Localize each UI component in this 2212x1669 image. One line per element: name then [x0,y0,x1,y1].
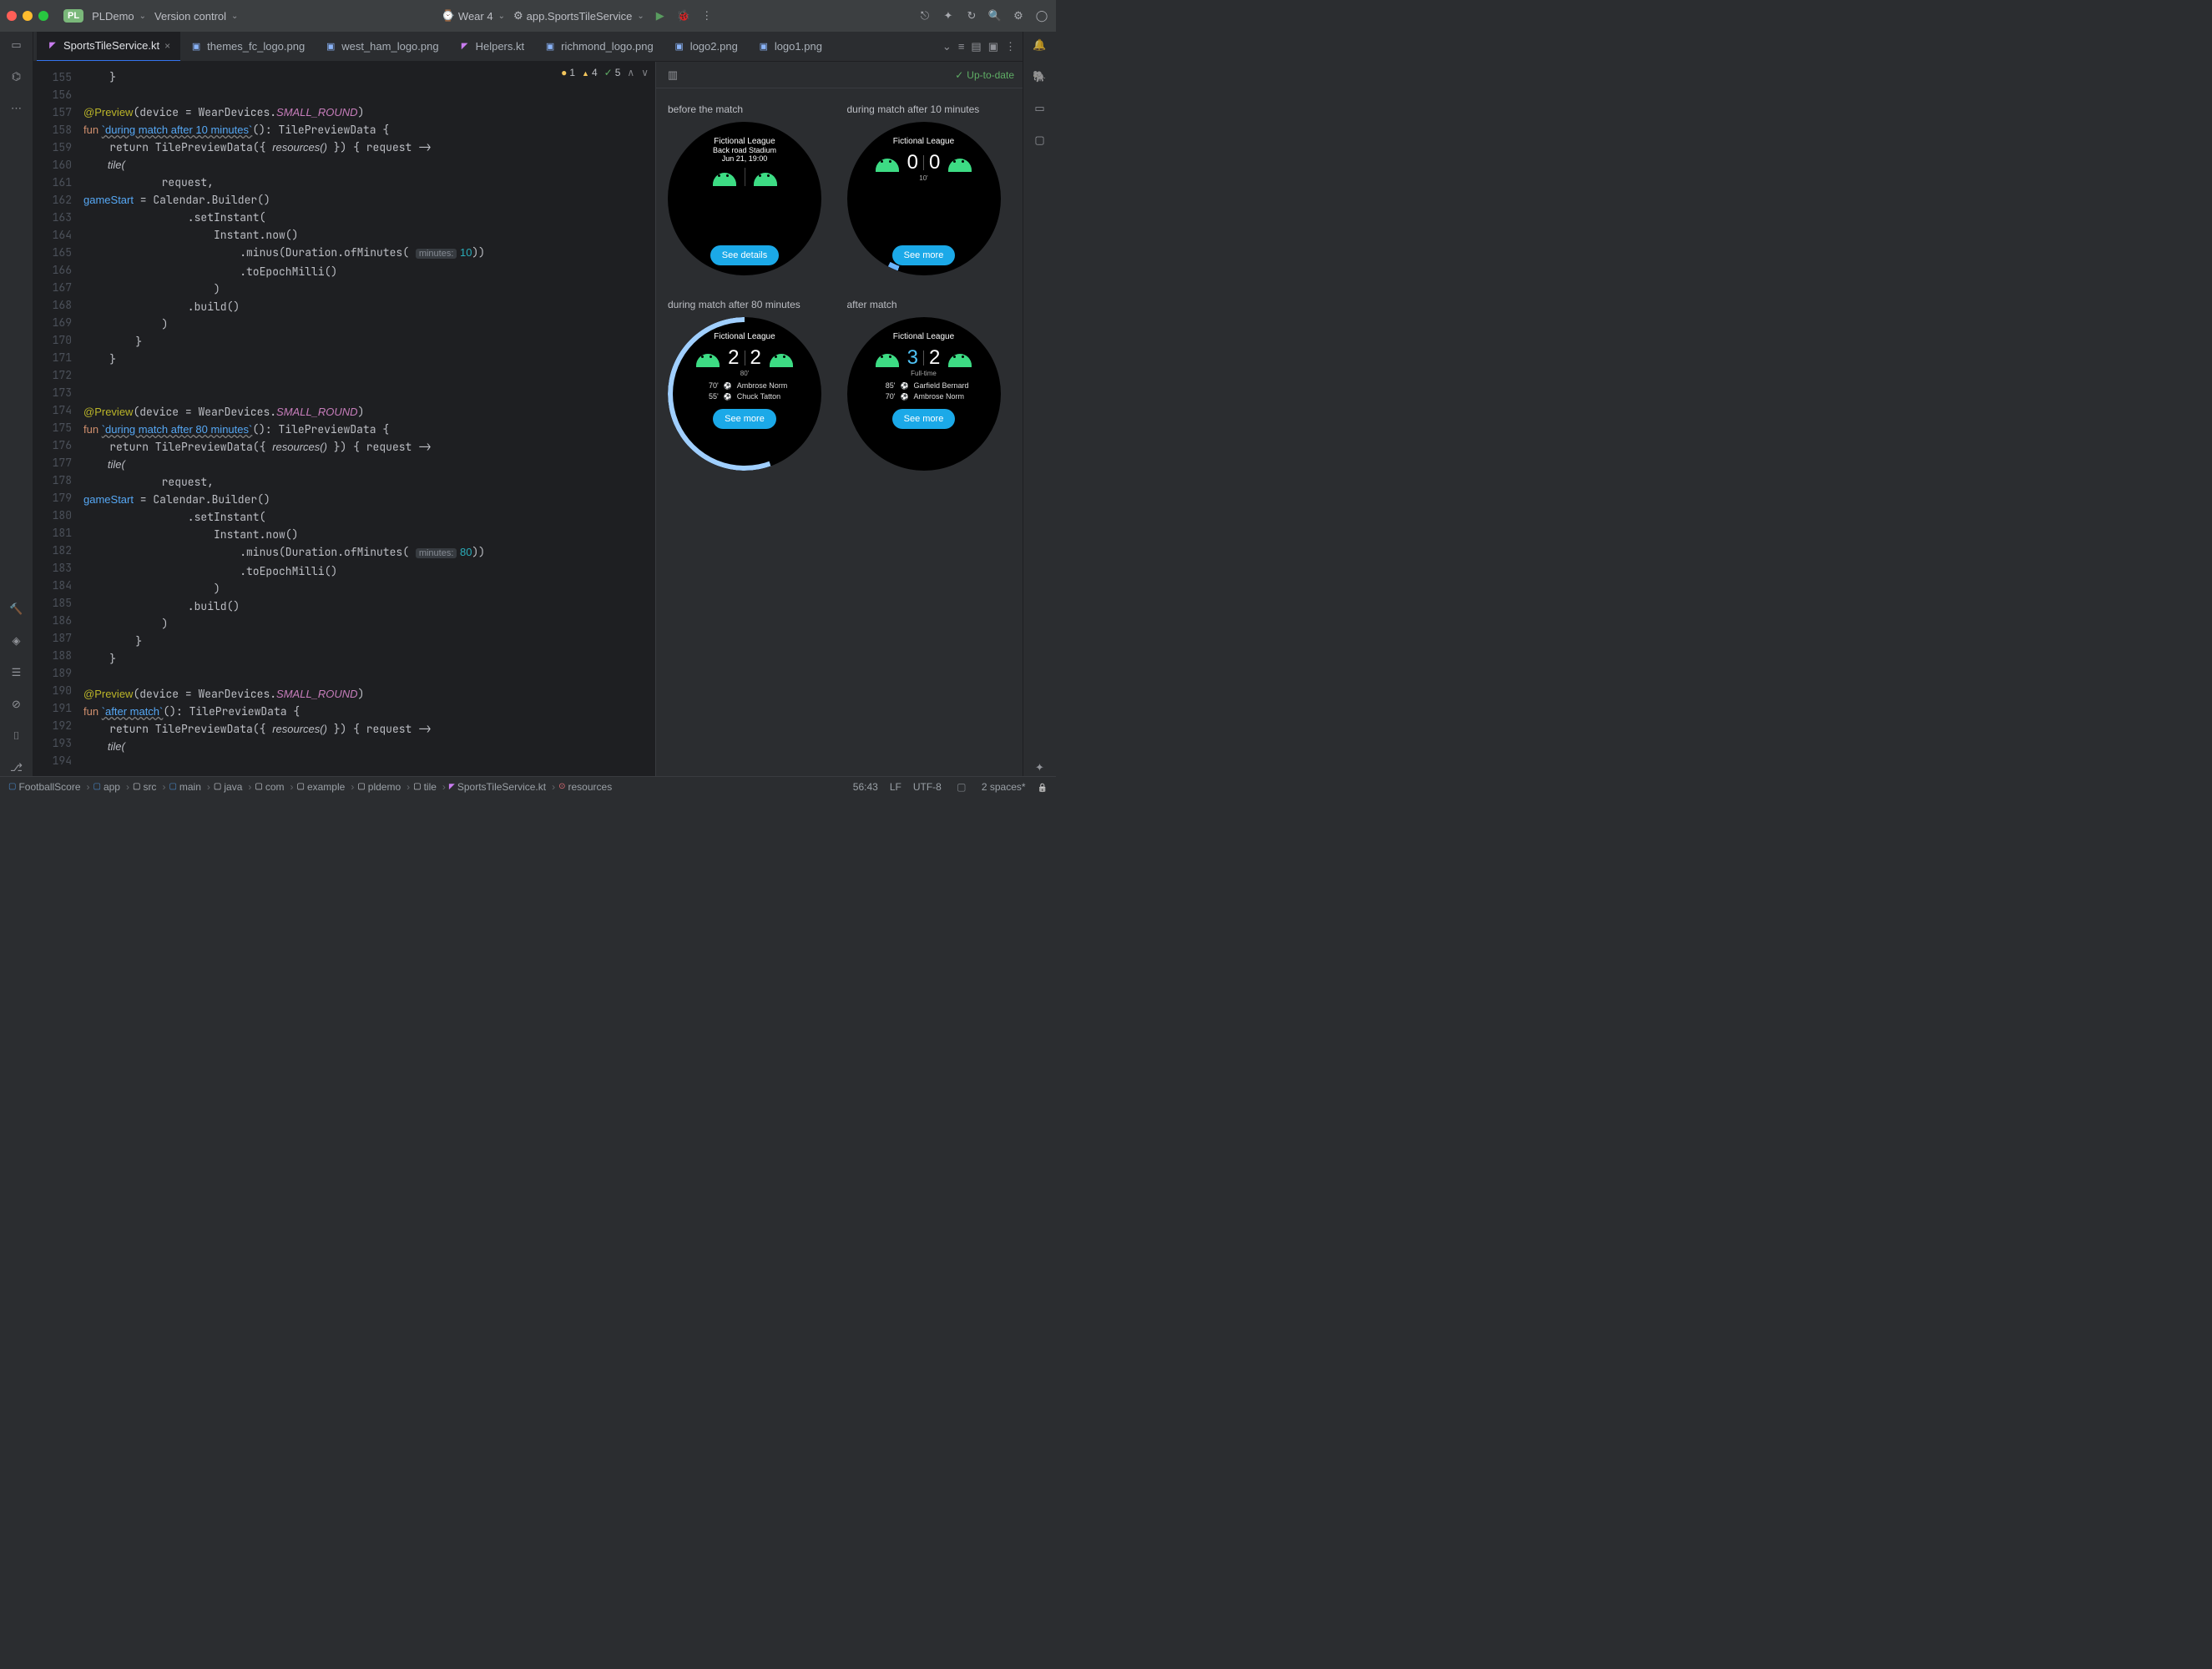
project-dropdown[interactable]: PLDemo [92,10,146,23]
more-tools-icon[interactable]: ⋯ [8,100,25,117]
see-more-button[interactable]: See more [892,245,956,265]
watch-preview[interactable]: Fictional League 32 Full-time85'Garfield… [847,317,1001,471]
ai-assistant-icon[interactable]: ✦ [1032,759,1048,776]
breadcrumb-item[interactable]: main [169,781,210,793]
warning-count[interactable]: 4 [582,67,598,78]
lock-icon[interactable] [1038,781,1048,793]
tab-options-icon[interactable]: ⋮ [1005,40,1016,53]
gradle-icon[interactable]: 🐘 [1032,68,1048,85]
breadcrumbs[interactable]: FootballScore app src main java com exam… [8,781,845,793]
see-more-button[interactable]: See more [713,409,776,429]
tab-sportstileservice[interactable]: SportsTileService.kt× [37,32,180,62]
watch-preview[interactable]: Fictional League 00 10'See more [847,122,1001,275]
notifications-icon[interactable]: 🔔 [1032,37,1048,53]
breadcrumb-item[interactable]: example [297,781,355,793]
watch-preview[interactable]: Fictional League 22 80'70'Ambrose Norm55… [668,317,821,471]
close-icon[interactable]: × [164,40,170,52]
project-badge: PL [63,9,83,23]
kotlin-file-icon [459,41,471,53]
preview-layout-icon[interactable]: ▥ [664,67,681,83]
structure-tool-icon[interactable]: ⌬ [8,68,25,85]
services-icon[interactable]: ☰ [8,664,25,681]
image-file-icon [758,41,770,53]
tab-helpers[interactable]: Helpers.kt [449,32,535,62]
tab-richmond-logo[interactable]: richmond_logo.png [534,32,664,62]
vcs-dropdown[interactable]: Version control [154,10,238,23]
breadcrumb-item[interactable]: SportsTileService.kt [449,781,555,793]
image-file-icon [674,41,685,53]
preview-label: before the match [668,103,832,115]
account-icon[interactable]: ◯ [1034,8,1049,23]
tab-westham-logo[interactable]: west_ham_logo.png [315,32,448,62]
inspection-widget[interactable]: 1 4 5 ∧ ∨ [561,67,649,78]
weak-warning-count[interactable]: 5 [604,67,621,78]
error-count[interactable]: 1 [561,67,575,78]
caret-position[interactable]: 56:43 [853,781,878,793]
breadcrumb-item[interactable]: FootballScore [8,781,90,793]
project-tool-icon[interactable]: ▭ [8,37,25,53]
line-separator[interactable]: LF [890,781,901,793]
debug-icon[interactable]: 🐞 [676,8,691,23]
emulator-icon[interactable]: ▢ [1032,132,1048,149]
indent-setting[interactable]: 2 spaces* [982,781,1026,793]
run-icon[interactable]: ▶ [653,8,668,23]
run-config-dropdown[interactable]: ⚙ app.SportsTileService [513,9,644,23]
tab-themes-logo[interactable]: themes_fc_logo.png [180,32,315,62]
breadcrumb-item[interactable]: java [214,781,251,793]
search-icon[interactable]: 🔍 [987,8,1002,23]
more-icon[interactable]: ⋮ [699,8,715,23]
preview-status: Up-to-date [955,69,1014,81]
preview-mode-icon[interactable]: ▣ [988,40,998,53]
device-dropdown[interactable]: ⌚ Wear 4 [442,9,505,23]
tab-logo2[interactable]: logo2.png [664,32,748,62]
main-toolbar: PL PLDemo Version control ⌚ Wear 4 ⚙ app… [0,0,1056,32]
build-tool-icon[interactable]: 🔨 [8,601,25,618]
preview-label: during match after 10 minutes [847,103,1012,115]
bookmarks-icon[interactable]: ◈ [8,633,25,649]
readonly-toggle-icon[interactable]: ▢ [953,779,970,795]
image-file-icon [190,41,202,53]
kotlin-file-icon [47,40,58,52]
see-more-button[interactable]: See more [892,409,956,429]
vcs-tool-icon[interactable]: ⎇ [8,759,25,776]
watch-preview[interactable]: Fictional LeagueBack road StadiumJun 21,… [668,122,821,275]
tab-logo1[interactable]: logo1.png [748,32,832,62]
code-area[interactable]: } @Preview(device = WearDevices.SMALL_RO… [83,62,655,776]
prev-highlight-icon[interactable]: ∧ [627,67,634,78]
editor-tabs: SportsTileService.kt× themes_fc_logo.png… [33,32,1023,62]
device-manager-icon[interactable]: ▭ [1032,100,1048,117]
tabs-dropdown-icon[interactable]: ⌄ [942,40,952,53]
reader-mode-icon[interactable]: ▤ [971,40,981,53]
breadcrumb-item[interactable]: com [255,781,293,793]
status-bar: FootballScore app src main java com exam… [0,776,1056,796]
breadcrumb-item[interactable]: app [93,781,129,793]
code-with-me-icon[interactable]: ⎋ [917,8,932,23]
breadcrumb-item[interactable]: pldemo [357,781,410,793]
image-file-icon [544,41,556,53]
breadcrumb-item[interactable]: src [133,781,165,793]
list-view-icon[interactable]: ≡ [958,40,965,53]
preview-label: during match after 80 minutes [668,299,832,310]
see-more-button[interactable]: See details [710,245,779,265]
sync-icon[interactable]: ↻ [964,8,979,23]
left-tool-rail: ▭ ⌬ ⋯ 🔨 ◈ ☰ ⊘ ⌷ ⎇ [0,32,33,776]
right-tool-rail: 🔔 🐘 ▭ ▢ ✦ [1023,32,1056,776]
preview-label: after match [847,299,1012,310]
settings-icon[interactable]: ⚙ [1011,8,1026,23]
next-highlight-icon[interactable]: ∨ [641,67,649,78]
window-controls[interactable] [7,11,48,21]
terminal-icon[interactable]: ⌷ [8,728,25,744]
code-editor[interactable]: 155 156 157 158 159 160 161 162 163 164 … [33,62,655,776]
line-gutter: 155 156 157 158 159 160 161 162 163 164 … [33,62,83,776]
tile-preview-panel: ▥ Up-to-date before the match Fictional L… [655,62,1023,776]
updates-icon[interactable]: ✦ [941,8,956,23]
image-file-icon [325,41,336,53]
file-encoding[interactable]: UTF-8 [913,781,942,793]
breadcrumb-item[interactable]: tile [413,781,446,793]
problems-icon[interactable]: ⊘ [8,696,25,713]
breadcrumb-item[interactable]: resources [558,781,618,793]
